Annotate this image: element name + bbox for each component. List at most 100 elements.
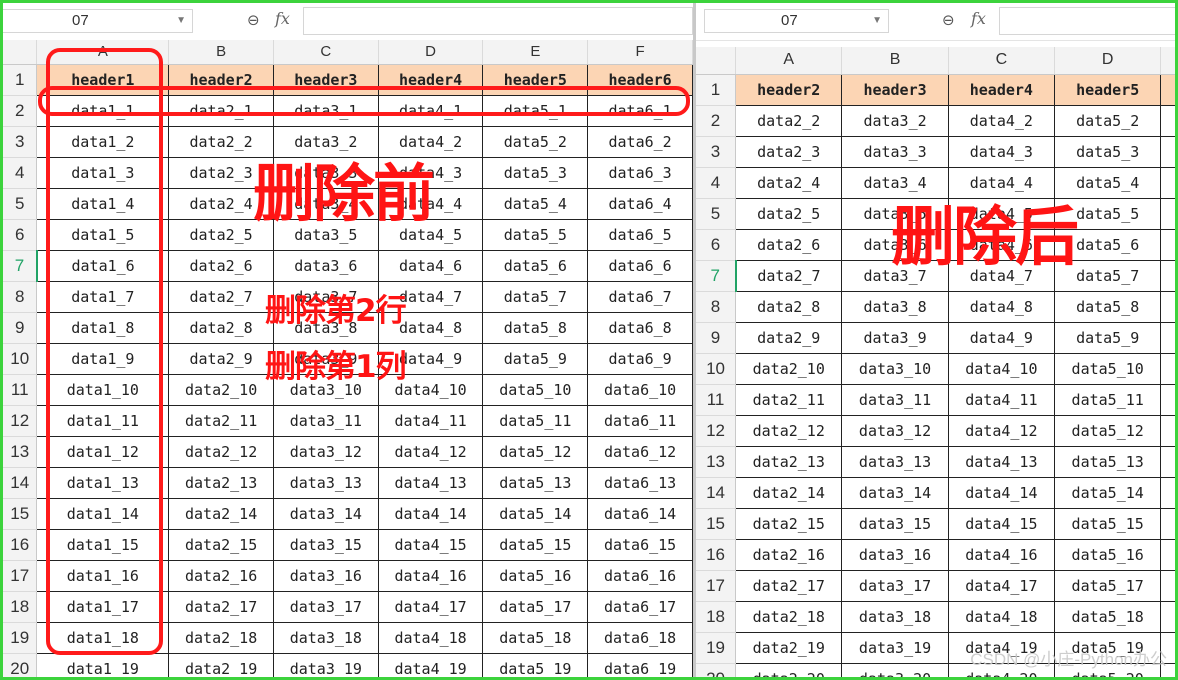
row-header[interactable]: 1 <box>3 64 38 96</box>
data-cell[interactable]: data2_6 <box>735 229 843 261</box>
data-cell[interactable]: data6_12 <box>587 436 693 468</box>
row-header[interactable]: 17 <box>696 570 737 602</box>
data-cell[interactable]: data3_17 <box>841 570 949 602</box>
row-header[interactable]: 2 <box>696 105 737 137</box>
data-cell[interactable]: data5_17 <box>1054 570 1162 602</box>
data-cell[interactable]: data4_11 <box>378 405 484 437</box>
row-header[interactable]: 12 <box>696 415 737 447</box>
data-cell[interactable]: data4_9 <box>948 322 1056 354</box>
row-header[interactable]: 10 <box>3 343 38 375</box>
header-cell[interactable]: header2 <box>735 74 843 106</box>
data-cell[interactable]: data2_5 <box>735 198 843 230</box>
data-cell[interactable]: data2_8 <box>735 291 843 323</box>
data-cell[interactable]: data5_9 <box>1054 322 1162 354</box>
data-cell[interactable]: data2_16 <box>735 539 843 571</box>
data-cell[interactable]: data5_15 <box>1054 508 1162 540</box>
data-cell[interactable] <box>1160 570 1175 602</box>
row-header[interactable]: 12 <box>3 405 38 437</box>
data-cell[interactable]: data4_11 <box>948 384 1056 416</box>
data-cell[interactable] <box>1160 477 1175 509</box>
data-cell[interactable]: data3_8 <box>841 291 949 323</box>
data-cell[interactable]: data5_12 <box>1054 415 1162 447</box>
data-cell[interactable]: data5_10 <box>1054 353 1162 385</box>
data-cell[interactable]: data4_12 <box>378 436 484 468</box>
formula-input[interactable] <box>999 7 1175 35</box>
data-cell[interactable]: data5_13 <box>482 467 589 499</box>
corner-select-all[interactable] <box>3 40 38 65</box>
fx-icon[interactable]: fx <box>275 9 290 28</box>
data-cell[interactable] <box>1160 260 1175 292</box>
row-header[interactable]: 14 <box>3 467 38 499</box>
row-header[interactable]: 6 <box>3 219 38 251</box>
data-cell[interactable] <box>1160 291 1175 323</box>
data-cell[interactable]: data5_5 <box>482 219 589 251</box>
row-header[interactable]: 11 <box>696 384 737 416</box>
row-header[interactable]: 8 <box>696 291 737 323</box>
row-header[interactable]: 7 <box>696 260 737 292</box>
data-cell[interactable]: data6_9 <box>587 343 693 375</box>
row-header[interactable]: 15 <box>3 498 38 530</box>
data-cell[interactable]: data5_3 <box>1054 136 1162 168</box>
row-header[interactable]: 3 <box>696 136 737 168</box>
data-cell[interactable]: data2_19 <box>735 632 843 664</box>
data-cell[interactable]: data3_6 <box>273 250 379 282</box>
row-header[interactable]: 3 <box>3 126 38 158</box>
data-cell[interactable]: data4_13 <box>948 446 1056 478</box>
data-cell[interactable]: data4_15 <box>378 529 484 561</box>
row-header[interactable]: 17 <box>3 560 38 592</box>
data-cell[interactable]: data6_4 <box>587 188 693 220</box>
data-cell[interactable]: data3_16 <box>273 560 379 592</box>
row-header[interactable]: 5 <box>3 188 38 220</box>
row-header[interactable]: 13 <box>3 436 38 468</box>
data-cell[interactable]: data4_2 <box>948 105 1056 137</box>
data-cell[interactable]: data5_11 <box>482 405 589 437</box>
data-cell[interactable]: data4_19 <box>378 653 484 677</box>
data-cell[interactable]: data3_11 <box>841 384 949 416</box>
data-cell[interactable]: data5_16 <box>482 560 589 592</box>
data-cell[interactable]: data6_3 <box>587 157 693 189</box>
data-cell[interactable]: data5_19 <box>482 653 589 677</box>
data-cell[interactable] <box>1160 446 1175 478</box>
data-cell[interactable]: data5_16 <box>1054 539 1162 571</box>
data-cell[interactable] <box>1160 74 1175 106</box>
data-cell[interactable]: data4_6 <box>378 250 484 282</box>
data-cell[interactable]: data5_8 <box>1054 291 1162 323</box>
zoom-icon[interactable]: ⊖ <box>942 11 955 29</box>
data-cell[interactable]: data5_14 <box>482 498 589 530</box>
data-cell[interactable] <box>1160 353 1175 385</box>
data-cell[interactable]: data2_2 <box>735 105 843 137</box>
data-cell[interactable] <box>1160 539 1175 571</box>
row-header[interactable]: 15 <box>696 508 737 540</box>
row-header[interactable]: 2 <box>3 95 38 127</box>
data-cell[interactable]: data5_12 <box>482 436 589 468</box>
data-cell[interactable]: data3_11 <box>273 405 379 437</box>
data-cell[interactable] <box>1160 384 1175 416</box>
row-header[interactable]: 9 <box>696 322 737 354</box>
data-cell[interactable]: data2_19 <box>168 653 274 677</box>
data-cell[interactable]: data5_11 <box>1054 384 1162 416</box>
column-header-next[interactable] <box>1160 47 1175 75</box>
data-cell[interactable] <box>1160 508 1175 540</box>
data-cell[interactable]: data3_16 <box>841 539 949 571</box>
data-cell[interactable] <box>1160 105 1175 137</box>
data-cell[interactable]: data6_16 <box>587 560 693 592</box>
data-cell[interactable]: data6_10 <box>587 374 693 406</box>
row-header[interactable]: 7 <box>3 250 38 282</box>
data-cell[interactable] <box>1160 136 1175 168</box>
column-header-f[interactable]: F <box>587 40 693 65</box>
data-cell[interactable]: data6_7 <box>587 281 693 313</box>
column-header-b[interactable]: B <box>841 47 949 75</box>
data-cell[interactable]: data3_13 <box>273 467 379 499</box>
data-cell[interactable]: data2_13 <box>168 467 274 499</box>
data-cell[interactable]: data2_6 <box>168 250 274 282</box>
column-header-d[interactable]: D <box>1054 47 1162 75</box>
data-cell[interactable]: data2_14 <box>168 498 274 530</box>
data-cell[interactable]: data6_18 <box>587 622 693 654</box>
chevron-down-icon[interactable]: ▼ <box>176 10 186 32</box>
data-cell[interactable]: data3_19 <box>841 632 949 664</box>
data-cell[interactable]: data2_7 <box>168 281 274 313</box>
data-cell[interactable]: data5_3 <box>482 157 589 189</box>
data-cell[interactable]: data5_8 <box>482 312 589 344</box>
data-cell[interactable]: data2_13 <box>735 446 843 478</box>
data-cell[interactable]: data3_3 <box>841 136 949 168</box>
